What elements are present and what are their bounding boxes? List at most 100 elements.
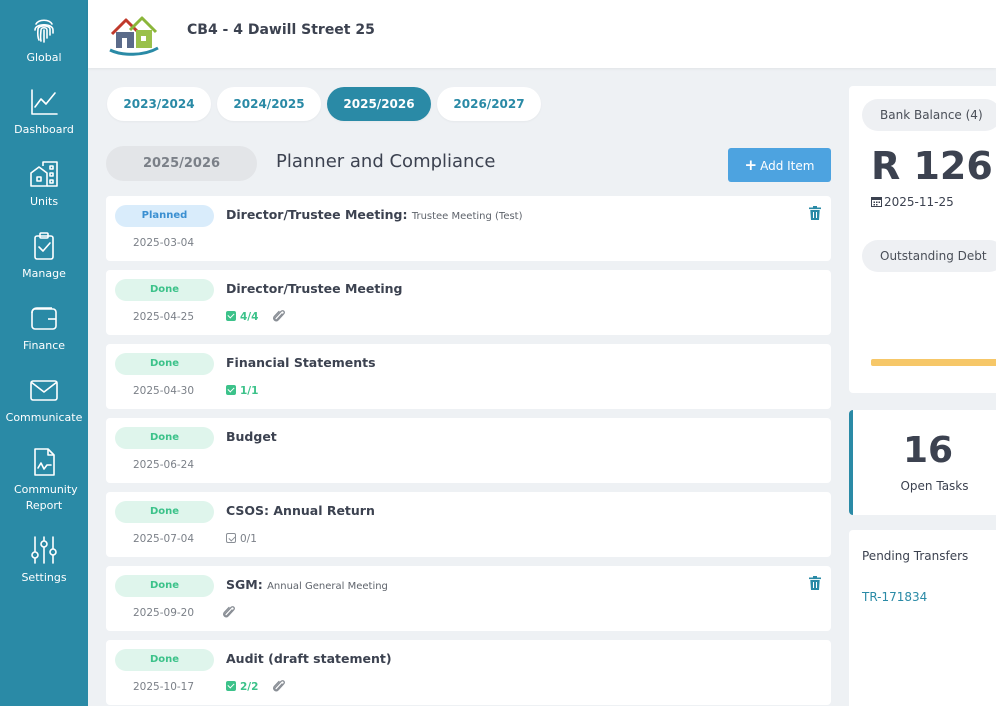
checkbox-icon: [226, 533, 236, 543]
property-title: CB4 - 4 Dawill Street 25: [187, 22, 375, 38]
bank-balance-pill[interactable]: Bank Balance (4): [862, 99, 996, 131]
bank-balance-amount: R 126 8: [871, 144, 996, 188]
debt-progress-bar: [871, 359, 996, 366]
planner-item-card[interactable]: Done 2025-09-20 SGM: Annual General Meet…: [106, 566, 831, 631]
trash-icon[interactable]: [809, 576, 821, 590]
paperclip-icon[interactable]: [222, 604, 236, 620]
line-chart-icon: [31, 89, 58, 115]
sidebar-item-finance[interactable]: Finance: [0, 290, 88, 362]
planner-item-card[interactable]: Done 2025-06-24 Budget: [106, 418, 831, 483]
checklist-progress: 4/4: [226, 310, 258, 324]
planner-item-card[interactable]: Done 2025-04-25 Director/Trustee Meeting…: [106, 270, 831, 335]
open-tasks-panel[interactable]: 16 Open Tasks: [849, 410, 996, 515]
sidebar-item-global[interactable]: Global: [0, 2, 88, 74]
planner-item-card[interactable]: Planned 2025-03-04 Director/Trustee Meet…: [106, 196, 831, 261]
section-title: Planner and Compliance: [276, 151, 496, 172]
paperclip-icon[interactable]: [272, 308, 286, 324]
clipboard-check-icon: [34, 232, 54, 260]
item-title-row: SGM: Annual General Meeting: [226, 577, 388, 592]
pending-transfers-title: Pending Transfers: [862, 549, 969, 563]
calendar-icon: [871, 197, 882, 207]
item-subtitle: Trustee Meeting (Test): [411, 211, 523, 222]
sliders-icon: [31, 536, 57, 564]
balance-date-row: 2025-11-25: [871, 195, 954, 209]
planner-item-card[interactable]: Done 2025-07-04 CSOS: Annual Return 0/1: [106, 492, 831, 557]
checklist-count: 0/1: [240, 533, 257, 545]
item-date: 2025-03-04: [133, 237, 195, 249]
transfer-link[interactable]: TR-171834: [862, 590, 927, 604]
status-badge: Done: [115, 353, 214, 375]
item-title: Director/Trustee Meeting: [226, 281, 403, 296]
sidebar-item-units[interactable]: Units: [0, 146, 88, 218]
sidebar-item-settings[interactable]: Settings: [0, 522, 88, 594]
checklist-progress: 0/1: [226, 532, 257, 546]
envelope-icon: [30, 380, 58, 401]
checklist-progress: 2/2: [226, 680, 258, 694]
item-date: 2025-04-30: [133, 385, 195, 397]
status-badge: Done: [115, 427, 214, 449]
tab-year-2026-2027[interactable]: 2026/2027: [437, 87, 541, 121]
sidebar-item-label: Manage: [22, 267, 66, 280]
sidebar-item-communicate[interactable]: Communicate: [0, 362, 88, 434]
item-date: 2025-07-04: [133, 533, 195, 545]
item-date: 2025-09-20: [133, 607, 195, 619]
sidebar: Global Dashboard Units Manage Finance Co…: [0, 0, 88, 706]
tab-year-2025-2026[interactable]: 2025/2026: [327, 87, 431, 121]
item-title: Audit (draft statement): [226, 651, 392, 666]
report-icon: [34, 448, 55, 476]
item-title: SGM:: [226, 577, 263, 592]
checklist-count: 1/1: [240, 385, 259, 397]
item-title: Director/Trustee Meeting:: [226, 207, 408, 222]
open-tasks-label: Open Tasks: [900, 479, 969, 493]
add-item-label: Add Item: [760, 159, 815, 173]
planner-item-card[interactable]: Done 2025-10-17 Audit (draft statement) …: [106, 640, 831, 705]
item-title: Budget: [226, 429, 277, 444]
item-title: Financial Statements: [226, 355, 376, 370]
open-tasks-count: 16: [902, 430, 954, 471]
plus-icon: +: [744, 156, 758, 174]
sidebar-item-label: Dashboard: [14, 123, 74, 136]
balance-date: 2025-11-25: [884, 195, 954, 209]
status-badge: Done: [115, 501, 214, 523]
paperclip-icon[interactable]: [272, 678, 286, 694]
planner-item-card[interactable]: Done 2025-04-30 Financial Statements 1/1: [106, 344, 831, 409]
checkbox-icon: [226, 311, 236, 321]
sidebar-item-dashboard[interactable]: Dashboard: [0, 74, 88, 146]
sidebar-item-label: Settings: [21, 571, 67, 584]
sidebar-item-community-report[interactable]: Community Report: [0, 434, 88, 522]
sidebar-item-label: Finance: [22, 339, 66, 352]
tab-year-2023-2024[interactable]: 2023/2024: [107, 87, 211, 121]
item-date: 2025-04-25: [133, 311, 195, 323]
status-badge: Done: [115, 649, 214, 671]
item-title: CSOS: Annual Return: [226, 503, 375, 518]
item-subtitle: Annual General Meeting: [267, 581, 388, 592]
status-badge: Done: [115, 575, 214, 597]
selected-year-chip: 2025/2026: [106, 146, 257, 181]
sidebar-item-label: Community Report: [14, 483, 78, 512]
checklist-count: 4/4: [240, 311, 259, 323]
checkbox-icon: [226, 385, 236, 395]
tab-year-2024-2025[interactable]: 2024/2025: [217, 87, 321, 121]
checklist-progress: 1/1: [226, 384, 258, 398]
sidebar-item-label: Global: [26, 51, 62, 64]
bank-balance-panel: Bank Balance (4) R 126 8 2025-11-25 Outs…: [849, 86, 996, 393]
pending-transfers-panel: Pending Transfers TR-171834: [849, 530, 996, 706]
buildings-icon: [30, 161, 58, 187]
sidebar-item-manage[interactable]: Manage: [0, 218, 88, 290]
checklist-count: 2/2: [240, 681, 259, 693]
fingerprint-icon: [34, 19, 54, 43]
trash-icon[interactable]: [809, 206, 821, 220]
house-logo-icon: [109, 16, 159, 56]
item-title-row: Director/Trustee Meeting: Trustee Meetin…: [226, 207, 523, 222]
item-date: 2025-06-24: [133, 459, 195, 471]
top-header: CB4 - 4 Dawill Street 25: [88, 0, 996, 68]
item-date: 2025-10-17: [133, 681, 195, 693]
wallet-icon: [31, 307, 57, 330]
checkbox-icon: [226, 681, 236, 691]
status-badge: Done: [115, 279, 214, 301]
sidebar-item-label: Communicate: [5, 411, 83, 424]
status-badge: Planned: [115, 205, 214, 227]
outstanding-debt-pill[interactable]: Outstanding Debt: [862, 240, 996, 272]
sidebar-item-label: Units: [29, 195, 59, 208]
add-item-button[interactable]: + Add Item: [728, 148, 831, 182]
